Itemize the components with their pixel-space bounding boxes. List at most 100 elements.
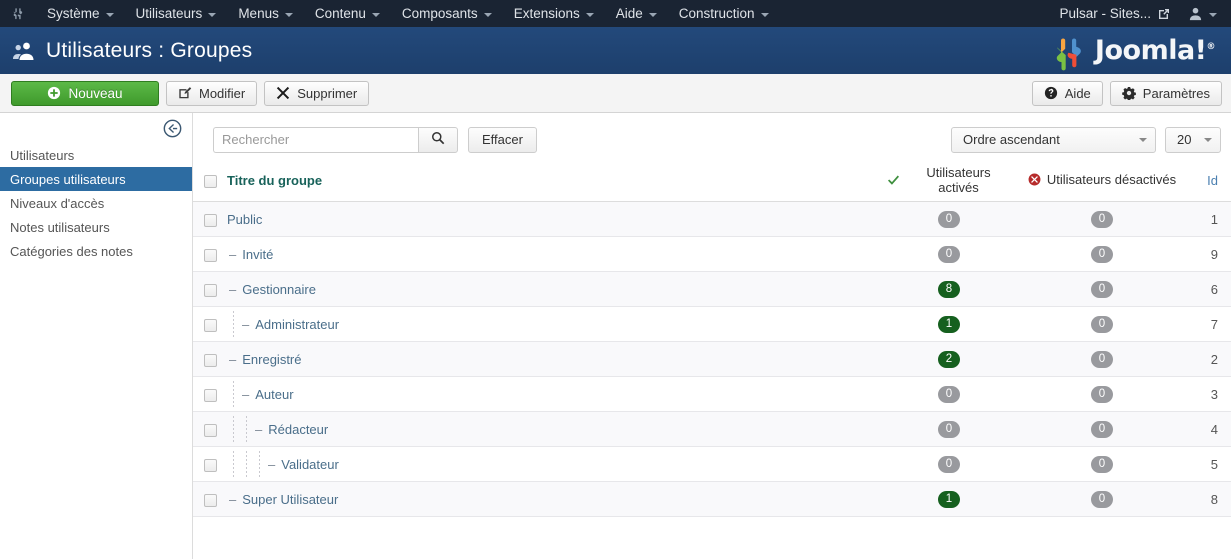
sidebar-item-groupes-utilisateurs[interactable]: Groupes utilisateurs: [0, 167, 192, 191]
table-row[interactable]: – Administrateur 1 0 7: [193, 306, 1231, 342]
sidebar-item-label: Catégories des notes: [10, 243, 133, 259]
group-title-header-link[interactable]: Titre du groupe: [227, 173, 322, 188]
group-id-cell: 9: [1193, 236, 1231, 272]
disabled-users-badge: 0: [1091, 246, 1113, 263]
enabled-users-cell: 1: [887, 481, 1011, 517]
group-title-header: Titre du groupe: [227, 160, 887, 202]
enabled-users-badge: 0: [938, 386, 960, 403]
nav-menu-extensions[interactable]: Extensions: [503, 2, 605, 25]
row-select-cell: [193, 341, 227, 377]
edit-button[interactable]: Modifier: [166, 80, 258, 106]
tree-gutter: [253, 451, 266, 477]
group-title-link[interactable]: Auteur: [255, 387, 293, 402]
tree-dash-icon: –: [229, 491, 237, 507]
sidebar-item-utilisateurs[interactable]: Utilisateurs: [0, 143, 192, 167]
delete-button[interactable]: Supprimer: [264, 80, 370, 106]
row-checkbox[interactable]: [203, 283, 217, 297]
search-input[interactable]: [213, 126, 418, 153]
nav-menu-contenu[interactable]: Contenu: [304, 2, 391, 25]
sidebar-item-notes-utilisateurs[interactable]: Notes utilisateurs: [0, 215, 192, 239]
search-icon: [431, 131, 445, 148]
table-row[interactable]: – Invité 0 0 9: [193, 236, 1231, 272]
check-icon: [887, 175, 900, 186]
enabled-users-badge: 1: [938, 491, 960, 508]
help-button[interactable]: Aide: [1031, 80, 1103, 106]
site-preview-link[interactable]: Pulsar - Sites...: [1053, 6, 1176, 21]
group-title-link[interactable]: Gestionnaire: [242, 282, 316, 297]
sidebar-item-niveaux-d-acc-s[interactable]: Niveaux d'accès: [0, 191, 192, 215]
disabled-users-cell: 0: [1011, 446, 1193, 482]
nav-menu-systme[interactable]: Système: [36, 2, 125, 25]
group-title-link[interactable]: Validateur: [281, 457, 339, 472]
enabled-users-badge: 0: [938, 211, 960, 228]
table-row[interactable]: – Super Utilisateur 1 0 8: [193, 481, 1231, 517]
select-all-header: [193, 160, 227, 202]
group-id-cell: 5: [1193, 446, 1231, 482]
group-title-link[interactable]: Administrateur: [255, 317, 339, 332]
row-checkbox[interactable]: [203, 318, 217, 332]
joomla-mark-icon[interactable]: [6, 2, 30, 26]
disabled-users-badge: 0: [1091, 316, 1113, 333]
tree-gutter: [240, 451, 253, 477]
id-header-link[interactable]: Id: [1207, 173, 1218, 188]
row-checkbox[interactable]: [203, 458, 217, 472]
group-id-cell: 3: [1193, 376, 1231, 412]
gear-icon: [1121, 86, 1136, 100]
row-checkbox[interactable]: [203, 353, 217, 367]
group-title-cell: – Gestionnaire: [227, 271, 887, 307]
tree-line: [233, 416, 234, 442]
nav-menu-menus[interactable]: Menus: [227, 2, 304, 25]
arrow-circle-left-icon[interactable]: [163, 119, 182, 138]
disabled-users-label: Utilisateurs désactivés: [1046, 171, 1177, 187]
disabled-users-header-link[interactable]: Utilisateurs désactivés: [1028, 172, 1176, 187]
tree-dash-icon: –: [255, 421, 263, 437]
row-select-cell: [193, 411, 227, 447]
nav-menu-label: Extensions: [513, 6, 580, 21]
select-all-checkbox[interactable]: [203, 174, 217, 188]
row-checkbox[interactable]: [203, 248, 217, 262]
chevron-down-icon: [483, 12, 492, 17]
group-title-cell: – Rédacteur: [227, 411, 887, 447]
options-button[interactable]: Paramètres: [1109, 80, 1222, 106]
group-id-cell: 2: [1193, 341, 1231, 377]
tree-gutter: [227, 311, 240, 337]
disabled-users-cell: 0: [1011, 271, 1193, 307]
nav-menu-composants[interactable]: Composants: [391, 2, 503, 25]
clear-filters-button[interactable]: Effacer: [468, 126, 537, 153]
group-title-cell: – Enregistré: [227, 341, 887, 377]
group-title-link[interactable]: Invité: [242, 247, 273, 262]
group-title-link[interactable]: Super Utilisateur: [242, 492, 338, 507]
enabled-users-badge: 0: [938, 246, 960, 263]
tree-dash-icon: –: [242, 316, 250, 332]
sidebar-item-cat-gories-des-notes[interactable]: Catégories des notes: [0, 239, 192, 263]
search-button[interactable]: [418, 126, 458, 153]
table-row[interactable]: – Gestionnaire 8 0 6: [193, 271, 1231, 307]
user-menu-button[interactable]: [1176, 6, 1223, 21]
new-button[interactable]: Nouveau: [11, 80, 159, 106]
group-title-link[interactable]: Public: [227, 212, 262, 227]
table-row[interactable]: – Enregistré 2 0 2: [193, 341, 1231, 377]
table-row[interactable]: Public 0 0 1: [193, 201, 1231, 237]
list-limit-select[interactable]: 20: [1165, 126, 1221, 153]
group-title-cell: – Auteur: [227, 376, 887, 412]
table-row[interactable]: – Rédacteur 0 0 4: [193, 411, 1231, 447]
row-checkbox[interactable]: [203, 423, 217, 437]
sidebar-collapse-row: [0, 113, 192, 143]
row-checkbox[interactable]: [203, 493, 217, 507]
table-row[interactable]: – Auteur 0 0 3: [193, 376, 1231, 412]
disabled-users-badge: 0: [1091, 456, 1113, 473]
row-checkbox[interactable]: [203, 213, 217, 227]
nav-menu-aide[interactable]: Aide: [605, 2, 668, 25]
enabled-users-header-link[interactable]: Utilisateurs activés: [887, 165, 1011, 195]
sidebar-item-label: Notes utilisateurs: [10, 219, 110, 235]
nav-menu-construction[interactable]: Construction: [668, 2, 780, 25]
table-row[interactable]: – Validateur 0 0 5: [193, 446, 1231, 482]
row-select-cell: [193, 446, 227, 482]
nav-menu-utilisateurs[interactable]: Utilisateurs: [125, 2, 228, 25]
group-id-cell: 8: [1193, 481, 1231, 517]
sort-order-select[interactable]: Ordre ascendant: [951, 126, 1156, 153]
row-checkbox[interactable]: [203, 388, 217, 402]
tree-dash-icon: –: [229, 351, 237, 367]
group-title-link[interactable]: Enregistré: [242, 352, 301, 367]
group-title-link[interactable]: Rédacteur: [268, 422, 328, 437]
